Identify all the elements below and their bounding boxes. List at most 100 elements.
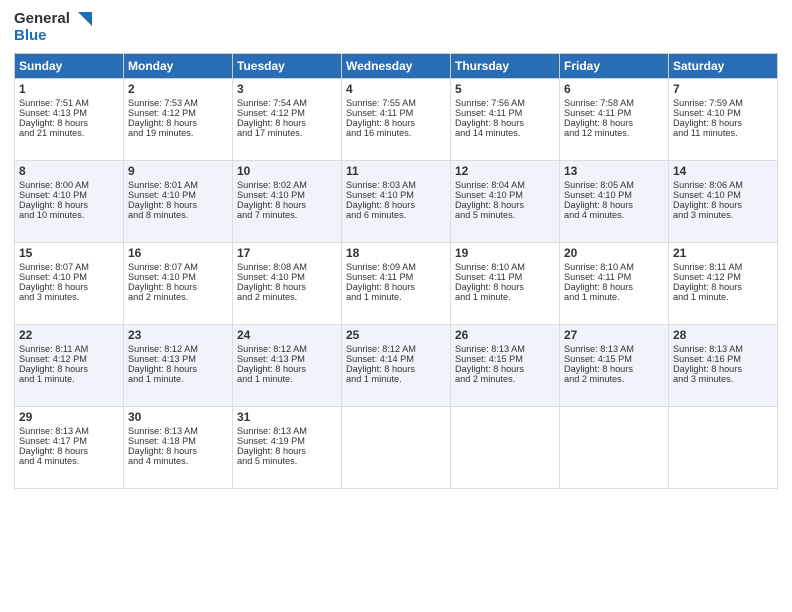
day-info-line: Daylight: 8 hours	[128, 282, 228, 292]
day-info-line: Sunrise: 8:13 AM	[237, 426, 337, 436]
day-info-line: and 19 minutes.	[128, 128, 228, 138]
day-info-line: Sunrise: 8:12 AM	[237, 344, 337, 354]
calendar-cell: 6Sunrise: 7:58 AMSunset: 4:11 PMDaylight…	[560, 78, 669, 160]
calendar-cell: 1Sunrise: 7:51 AMSunset: 4:13 PMDaylight…	[15, 78, 124, 160]
day-info-line: Sunset: 4:10 PM	[673, 190, 773, 200]
day-number: 16	[128, 246, 228, 260]
day-info-line: Sunset: 4:18 PM	[128, 436, 228, 446]
day-info-line: Sunset: 4:10 PM	[237, 190, 337, 200]
day-header-thursday: Thursday	[451, 53, 560, 78]
day-info-line: Sunset: 4:10 PM	[19, 272, 119, 282]
day-info-line: and 12 minutes.	[564, 128, 664, 138]
day-info-line: Sunrise: 8:00 AM	[19, 180, 119, 190]
calendar-cell: 3Sunrise: 7:54 AMSunset: 4:12 PMDaylight…	[233, 78, 342, 160]
day-info-line: Daylight: 8 hours	[455, 200, 555, 210]
day-number: 12	[455, 164, 555, 178]
day-info-line: and 5 minutes.	[455, 210, 555, 220]
day-info-line: Sunrise: 8:04 AM	[455, 180, 555, 190]
day-info-line: Sunrise: 8:10 AM	[455, 262, 555, 272]
day-number: 11	[346, 164, 446, 178]
calendar-cell: 7Sunrise: 7:59 AMSunset: 4:10 PMDaylight…	[669, 78, 778, 160]
day-info-line: Sunrise: 8:11 AM	[673, 262, 773, 272]
day-info-line: and 2 minutes.	[564, 374, 664, 384]
day-number: 26	[455, 328, 555, 342]
calendar-cell: 5Sunrise: 7:56 AMSunset: 4:11 PMDaylight…	[451, 78, 560, 160]
day-number: 17	[237, 246, 337, 260]
day-info-line: Sunset: 4:11 PM	[346, 108, 446, 118]
day-info-line: and 1 minute.	[564, 292, 664, 302]
calendar-cell	[669, 406, 778, 488]
day-info-line: Daylight: 8 hours	[564, 282, 664, 292]
day-info-line: Sunrise: 8:01 AM	[128, 180, 228, 190]
day-number: 24	[237, 328, 337, 342]
calendar-cell: 31Sunrise: 8:13 AMSunset: 4:19 PMDayligh…	[233, 406, 342, 488]
week-row-1: 1Sunrise: 7:51 AMSunset: 4:13 PMDaylight…	[15, 78, 778, 160]
day-info-line: Sunset: 4:10 PM	[237, 272, 337, 282]
calendar-cell: 16Sunrise: 8:07 AMSunset: 4:10 PMDayligh…	[124, 242, 233, 324]
day-info-line: Daylight: 8 hours	[19, 364, 119, 374]
day-info-line: Daylight: 8 hours	[237, 282, 337, 292]
day-info-line: Sunset: 4:13 PM	[237, 354, 337, 364]
day-header-monday: Monday	[124, 53, 233, 78]
day-info-line: and 17 minutes.	[237, 128, 337, 138]
day-info-line: Daylight: 8 hours	[673, 200, 773, 210]
day-info-line: Daylight: 8 hours	[19, 446, 119, 456]
day-info-line: Daylight: 8 hours	[19, 282, 119, 292]
day-info-line: Sunset: 4:19 PM	[237, 436, 337, 446]
day-info-line: and 10 minutes.	[19, 210, 119, 220]
day-info-line: Sunset: 4:13 PM	[19, 108, 119, 118]
calendar-cell: 9 Sunrise: 8:01 AMSunset: 4:10 PMDaylight…	[124, 160, 233, 242]
calendar-cell: 8Sunrise: 8:00 AMSunset: 4:10 PMDaylight…	[15, 160, 124, 242]
calendar-cell: 2Sunrise: 7:53 AMSunset: 4:12 PMDaylight…	[124, 78, 233, 160]
day-info-line: Daylight: 8 hours	[19, 118, 119, 128]
day-info-line: Sunset: 4:14 PM	[346, 354, 446, 364]
day-info-line: Sunset: 4:10 PM	[128, 190, 228, 200]
day-info-line: Daylight: 8 hours	[346, 200, 446, 210]
day-number: 9	[128, 164, 228, 178]
day-number: 27	[564, 328, 664, 342]
day-info-line: Sunset: 4:11 PM	[564, 108, 664, 118]
calendar-cell	[451, 406, 560, 488]
day-info-line: Daylight: 8 hours	[455, 364, 555, 374]
day-info-line: and 4 minutes.	[128, 456, 228, 466]
day-info-line: and 1 minute.	[346, 374, 446, 384]
day-info-line: Sunset: 4:10 PM	[19, 190, 119, 200]
day-info-line: Sunrise: 8:13 AM	[455, 344, 555, 354]
day-info-line: Sunset: 4:15 PM	[455, 354, 555, 364]
calendar-cell: 28Sunrise: 8:13 AMSunset: 4:16 PMDayligh…	[669, 324, 778, 406]
day-number: 23	[128, 328, 228, 342]
calendar-cell: 21Sunrise: 8:11 AMSunset: 4:12 PMDayligh…	[669, 242, 778, 324]
calendar-cell: 22Sunrise: 8:11 AMSunset: 4:12 PMDayligh…	[15, 324, 124, 406]
day-info-line: and 2 minutes.	[237, 292, 337, 302]
day-info-line: Sunset: 4:11 PM	[455, 108, 555, 118]
calendar-table: SundayMondayTuesdayWednesdayThursdayFrid…	[14, 53, 778, 489]
day-number: 3	[237, 82, 337, 96]
day-info-line: Daylight: 8 hours	[564, 118, 664, 128]
day-info-line: Daylight: 8 hours	[673, 364, 773, 374]
day-info-line: Daylight: 8 hours	[455, 118, 555, 128]
day-info-line: Sunset: 4:10 PM	[564, 190, 664, 200]
day-header-friday: Friday	[560, 53, 669, 78]
day-info-line: and 1 minute.	[19, 374, 119, 384]
day-info-line: Daylight: 8 hours	[237, 118, 337, 128]
calendar-cell: 15Sunrise: 8:07 AMSunset: 4:10 PMDayligh…	[15, 242, 124, 324]
calendar-cell: 30Sunrise: 8:13 AMSunset: 4:18 PMDayligh…	[124, 406, 233, 488]
day-info-line: Daylight: 8 hours	[346, 364, 446, 374]
day-info-line: Sunset: 4:10 PM	[346, 190, 446, 200]
day-info-line: Sunrise: 8:11 AM	[19, 344, 119, 354]
day-info-line: and 4 minutes.	[564, 210, 664, 220]
day-header-sunday: Sunday	[15, 53, 124, 78]
day-info-line: Sunrise: 7:58 AM	[564, 98, 664, 108]
day-info-line: Sunset: 4:15 PM	[564, 354, 664, 364]
day-info-line: Sunset: 4:11 PM	[564, 272, 664, 282]
day-info-line: and 6 minutes.	[346, 210, 446, 220]
calendar-cell: 4Sunrise: 7:55 AMSunset: 4:11 PMDaylight…	[342, 78, 451, 160]
day-info-line: Sunrise: 7:59 AM	[673, 98, 773, 108]
day-info-line: Sunrise: 8:08 AM	[237, 262, 337, 272]
day-number: 5	[455, 82, 555, 96]
day-info-line: and 1 minute.	[455, 292, 555, 302]
day-info-line: Sunset: 4:10 PM	[673, 108, 773, 118]
day-info-line: Sunrise: 8:13 AM	[19, 426, 119, 436]
day-info-line: and 2 minutes.	[455, 374, 555, 384]
day-info-line: Daylight: 8 hours	[128, 200, 228, 210]
